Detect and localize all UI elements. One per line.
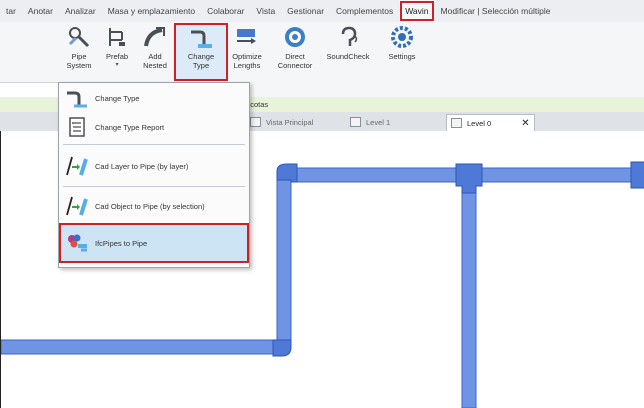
cad-layer-to-pipe-icon — [66, 156, 88, 176]
prefab-caret: ▾ — [115, 62, 119, 68]
soundcheck-icon — [341, 26, 358, 46]
prefab-label: Prefab — [105, 52, 129, 61]
report-icon — [69, 117, 85, 137]
ribbon-panel-label: tools — [230, 82, 644, 97]
change-type-dropdown: Change Type Change Type Report Cad Layer… — [58, 82, 250, 268]
pipe-system-label-2: System — [66, 61, 92, 70]
menu-item-cad-layer-to-pipe-label: Cad Layer to Pipe (by layer) — [95, 161, 189, 171]
tab-vista-principal-label: Vista Principal — [266, 117, 314, 127]
pipe-tee — [630, 161, 644, 189]
change-type-button[interactable]: Change Type — [174, 23, 228, 81]
menu-item-cad-layer-to-pipe[interactable]: Cad Layer to Pipe (by layer) — [59, 149, 249, 183]
tab-level-0[interactable]: Level 0 ✕ — [446, 114, 535, 131]
pipe-system-label-1: Pipe — [71, 52, 87, 61]
menu-item-change-type-label: Change Type — [95, 93, 140, 103]
menu-bar: tar Anotar Analizar Masa y emplazamiento… — [0, 0, 644, 23]
add-nested-button[interactable]: Add Nested — [136, 24, 174, 80]
add-nested-label-2: Nested — [143, 61, 167, 70]
menu-item-change-type[interactable]: Change Type — [59, 85, 249, 111]
tab-level-1[interactable]: Level 1 — [350, 114, 390, 130]
ribbon-panel: Pipe System Prefab ▾ Add Nested Change T… — [0, 22, 644, 83]
cad-object-to-pipe-icon — [66, 196, 88, 216]
pipe-elbow — [276, 163, 298, 183]
optimize-lengths-button[interactable]: Optimize Lengths — [228, 24, 266, 80]
direct-connector-icon — [285, 27, 305, 47]
change-type-label-1: Change — [187, 52, 215, 61]
soundcheck-label: SoundCheck — [326, 52, 370, 61]
add-nested-label-1: Add — [148, 52, 162, 61]
menu-item-change-type-report-label: Change Type Report — [95, 122, 165, 132]
change-type-icon — [67, 91, 87, 108]
view-icon — [250, 117, 261, 127]
menu-tab-anotar[interactable]: Anotar — [22, 0, 59, 22]
menu-tab-colaborar[interactable]: Colaborar — [201, 0, 250, 22]
pipe-segment — [276, 179, 292, 349]
optimize-lengths-label-2: Lengths — [233, 61, 261, 70]
direct-connector-label-1: Direct — [285, 52, 305, 61]
prefab-button[interactable]: Prefab ▾ — [98, 24, 136, 80]
optimize-lengths-label-1: Optimize — [232, 52, 262, 61]
menu-tab-analizar[interactable]: Analizar — [59, 0, 102, 22]
optimize-lengths-icon — [237, 29, 256, 44]
pipe-system-icon — [68, 27, 90, 48]
pipe-segment — [461, 179, 477, 408]
change-type-label-2: Type — [192, 61, 210, 70]
menu-tab-gestionar[interactable]: Gestionar — [281, 0, 330, 22]
tab-level-0-label: Level 0 — [467, 118, 492, 128]
settings-button[interactable]: Settings — [383, 24, 421, 80]
view-icon — [451, 118, 462, 128]
menu-item-change-type-report[interactable]: Change Type Report — [59, 114, 249, 140]
soundcheck-button[interactable]: SoundCheck — [322, 24, 374, 80]
menu-item-cad-object-to-pipe-label: Cad Object to Pipe (by selection) — [95, 201, 205, 211]
settings-icon — [391, 26, 413, 48]
revit-window: tar Anotar Analizar Masa y emplazamiento… — [0, 0, 644, 408]
menu-tab-wavin[interactable]: Wavin — [399, 0, 435, 22]
view-icon — [350, 117, 361, 127]
menu-tab-masa[interactable]: Masa y emplazamiento — [102, 0, 201, 22]
close-icon[interactable]: ✕ — [521, 118, 529, 129]
pipe-elbow — [272, 339, 292, 357]
pipe-segment — [1, 339, 280, 355]
pipe-system-button[interactable]: Pipe System — [60, 24, 98, 80]
menu-tab-complementos[interactable]: Complementos — [330, 0, 399, 22]
pipe-tee — [455, 163, 483, 194]
menu-tab-anotar-partial[interactable]: tar — [0, 0, 22, 22]
tab-level-1-label: Level 1 — [366, 117, 391, 127]
direct-connector-button[interactable]: Direct Connector — [276, 24, 314, 80]
tab-vista-principal[interactable]: Vista Principal — [250, 114, 313, 130]
direct-connector-label-2: Connector — [277, 61, 313, 70]
menu-separator — [63, 144, 245, 145]
menu-item-ifcpipes-to-pipe-label: IfcPipes to Pipe — [95, 238, 148, 248]
menu-tab-modificar[interactable]: Modificar | Selección múltiple — [435, 0, 557, 22]
ifc-pipes-icon — [68, 234, 87, 252]
change-type-icon — [191, 30, 212, 48]
menu-tab-vista[interactable]: Vista — [250, 0, 281, 22]
menu-separator — [63, 186, 245, 187]
prefab-icon — [109, 28, 125, 46]
menu-item-ifcpipes-to-pipe[interactable]: IfcPipes to Pipe — [59, 223, 249, 263]
add-nested-icon — [144, 27, 165, 47]
menu-item-cad-object-to-pipe[interactable]: Cad Object to Pipe (by selection) — [59, 189, 249, 223]
settings-label: Settings — [388, 52, 416, 61]
